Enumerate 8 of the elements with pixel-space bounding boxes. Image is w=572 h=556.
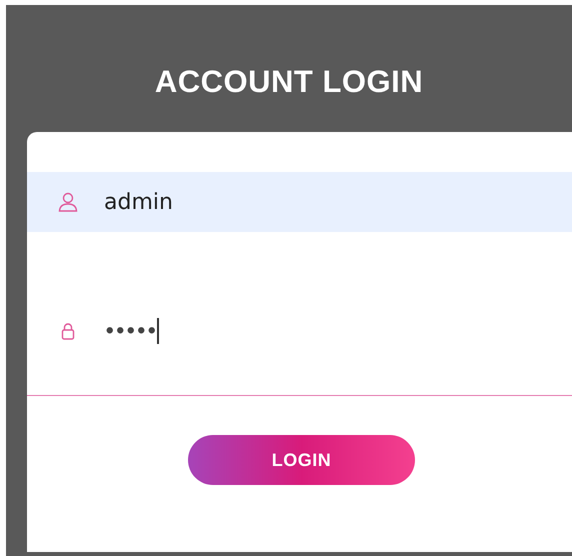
field-value: admin: [104, 190, 173, 214]
login-title: ACCOUNT LOGIN: [154, 63, 424, 101]
username-field[interactable]: admin: [27, 172, 572, 232]
login-button[interactable]: LOGIN: [188, 435, 415, 485]
field-value: •••••: [104, 320, 157, 342]
text-cursor: [156, 318, 159, 344]
password-field[interactable]: •••••: [27, 267, 572, 396]
user-icon: [57, 191, 79, 213]
